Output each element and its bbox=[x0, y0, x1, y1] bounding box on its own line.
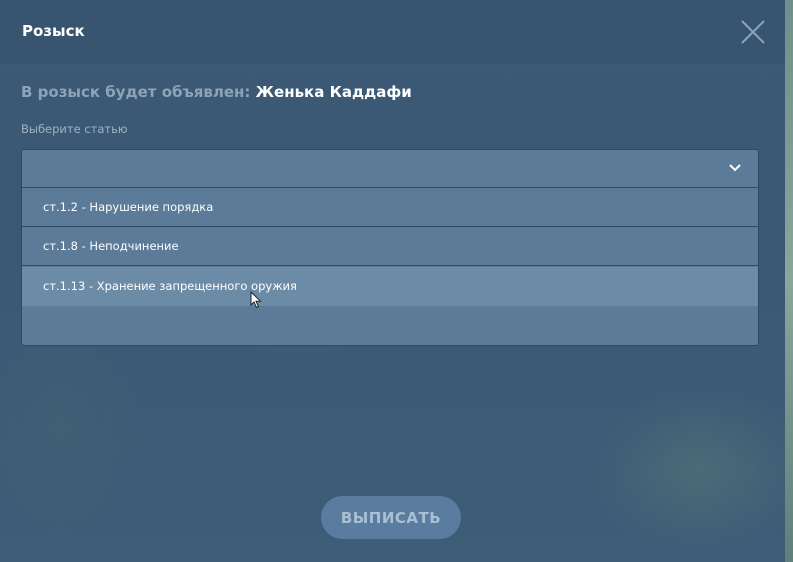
dialog-title: Розыск bbox=[22, 22, 85, 40]
dialog-header: Розыск bbox=[0, 0, 785, 64]
article-option-1-13[interactable]: ст.1.13 - Хранение запрещенного оружия bbox=[22, 267, 758, 306]
article-select-dropdown: ст.1.2 - Нарушение порядка ст.1.8 - Непо… bbox=[21, 149, 759, 346]
wanted-announcement: В розыск будет объявлен: Женька Каддафи bbox=[21, 83, 412, 101]
article-option-1-2[interactable]: ст.1.2 - Нарушение порядка bbox=[22, 188, 758, 227]
chevron-down-icon bbox=[729, 164, 741, 172]
article-option-1-8[interactable]: ст.1.8 - Неподчинение bbox=[22, 227, 758, 266]
article-select-label: Выберите статью bbox=[21, 122, 128, 136]
submit-button[interactable]: ВЫПИСАТЬ bbox=[321, 496, 461, 539]
close-icon[interactable] bbox=[737, 16, 769, 48]
background-edge bbox=[785, 0, 793, 562]
article-select-trigger[interactable] bbox=[22, 150, 758, 188]
mouse-cursor-icon bbox=[250, 291, 262, 309]
wanted-prefix: В розыск будет объявлен: bbox=[21, 83, 251, 101]
wanted-player-name: Женька Каддафи bbox=[255, 83, 412, 101]
